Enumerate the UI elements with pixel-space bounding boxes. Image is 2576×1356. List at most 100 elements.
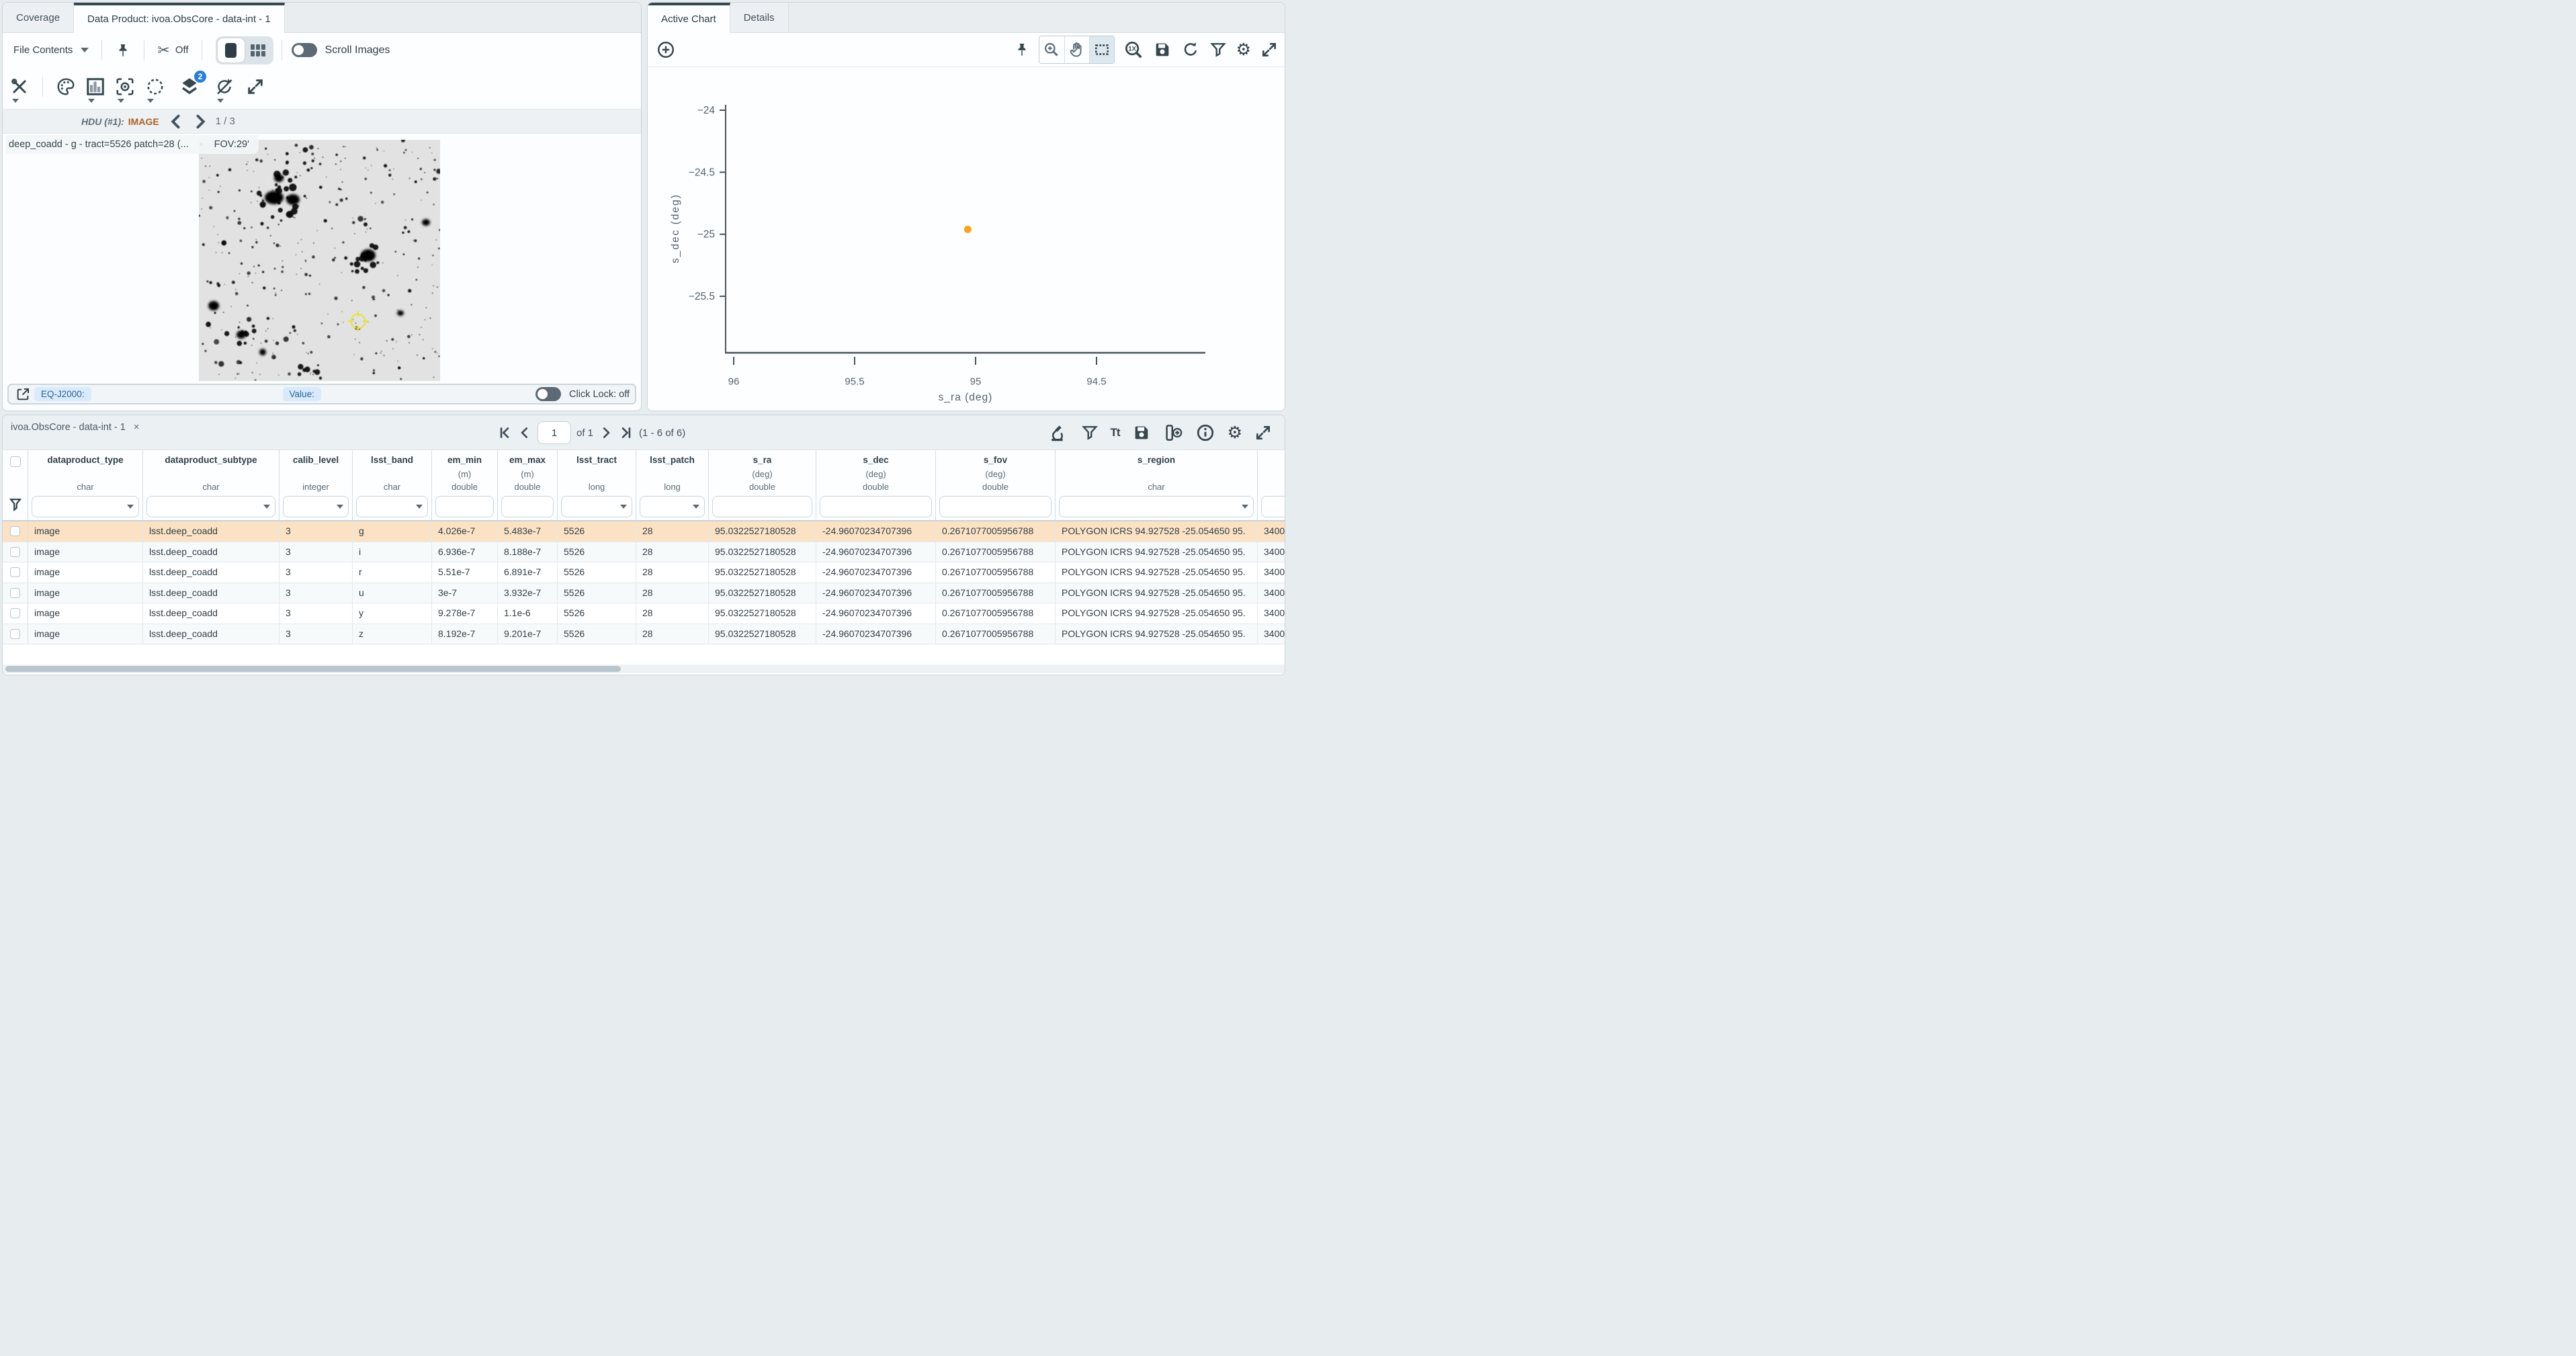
row-range-label: (1 - 6 of 6) (639, 427, 685, 439)
next-page-button[interactable] (599, 425, 613, 440)
column-header-lsst_patch[interactable]: lsst_patchlong (636, 450, 709, 520)
filter-table-button[interactable] (1081, 424, 1099, 441)
divider (42, 77, 43, 97)
rotate-lock-button[interactable] (214, 77, 234, 97)
tab-coverage[interactable]: Coverage (3, 3, 74, 32)
tab-data-product-label: Data Product: ivoa.ObsCore - data-int - … (87, 13, 271, 25)
column-filter-input[interactable] (32, 496, 139, 517)
row-checkbox[interactable] (10, 588, 20, 598)
table-row[interactable]: imagelsst.deep_coadd3r5.51e-76.891e-7552… (3, 562, 1285, 583)
first-page-button[interactable] (497, 425, 512, 440)
column-filter-input[interactable] (1261, 496, 1285, 517)
column-header-calib_level[interactable]: calib_levelinteger (280, 450, 353, 520)
save-chart-button[interactable] (1153, 40, 1172, 59)
recenter-button[interactable] (115, 77, 135, 97)
column-header-lsst_band[interactable]: lsst_bandchar (353, 450, 432, 520)
stretch-histogram-button[interactable] (85, 77, 105, 97)
tab-details[interactable]: Details (730, 3, 789, 32)
column-filter-input[interactable] (146, 496, 275, 517)
fits-image[interactable] (199, 140, 440, 381)
table-row[interactable]: imagelsst.deep_coadd3i6.936e-78.188e-755… (3, 542, 1285, 563)
scrollbar-thumb[interactable] (5, 666, 621, 672)
column-filter-input[interactable] (712, 496, 812, 517)
layers-button[interactable]: 2 (179, 76, 200, 97)
table-settings-button[interactable]: ⚙ (1228, 425, 1242, 441)
table-row[interactable]: imagelsst.deep_coadd3y9.278e-71.1e-65526… (3, 603, 1285, 624)
table-row[interactable]: imagelsst.deep_coadd3u3e-73.932e-7552628… (3, 583, 1285, 604)
column-filter-input[interactable] (283, 496, 349, 517)
table-title-text: ivoa.ObsCore - data-int - 1 (11, 422, 126, 433)
last-page-button[interactable] (619, 425, 634, 440)
expand-readout-button[interactable] (15, 387, 30, 402)
add-column-button[interactable] (1163, 423, 1183, 443)
column-header-dataproduct_subtype[interactable]: dataproduct_subtypechar (143, 450, 280, 520)
pin-button[interactable] (115, 42, 131, 59)
file-contents-dropdown[interactable]: File Contents (13, 44, 89, 56)
select-all-checkbox[interactable] (10, 456, 21, 467)
cutout-button[interactable]: ✂ Off (157, 42, 188, 59)
expand-chart-button[interactable] (1260, 41, 1278, 58)
table-info-button[interactable] (1195, 423, 1215, 443)
color-palette-button[interactable] (56, 77, 76, 97)
column-type: integer (302, 482, 329, 495)
column-name: lsst_patch (650, 455, 695, 469)
column-filter-input[interactable] (820, 496, 932, 517)
selection-button[interactable] (144, 77, 166, 97)
add-chart-button[interactable] (656, 40, 676, 60)
column-filter-input[interactable] (501, 496, 554, 517)
row-checkbox[interactable] (10, 567, 20, 577)
filter-icon[interactable] (8, 497, 23, 512)
scatter-chart[interactable]: 9695.59594.5−24−24.5−25−25.5s_ra (deg)s_… (648, 67, 1285, 411)
column-header-lsst_tract[interactable]: lsst_tractlong (558, 450, 636, 520)
pin-chart-button[interactable] (1014, 41, 1030, 58)
row-checkbox[interactable] (10, 526, 20, 536)
table-row[interactable]: imagelsst.deep_coadd3g4.026e-75.483e-755… (3, 521, 1285, 542)
column-header-em_min[interactable]: em_min(m)double (432, 450, 498, 520)
text-view-button[interactable]: Tt (1111, 426, 1120, 439)
pan-mode-button[interactable] (1064, 36, 1089, 63)
chart-settings-button[interactable]: ⚙ (1236, 42, 1251, 58)
prev-page-button[interactable] (517, 425, 532, 440)
column-header-s_ra[interactable]: s_ra(deg)double (709, 450, 816, 520)
expand-viewer-button[interactable] (246, 77, 265, 96)
filter-chart-button[interactable] (1209, 41, 1227, 58)
column-name: s_ra (753, 455, 772, 469)
datalink-button[interactable] (1049, 423, 1069, 443)
click-lock-toggle[interactable] (535, 387, 561, 401)
grid-view-button[interactable] (245, 38, 271, 62)
column-filter-input[interactable] (640, 496, 705, 517)
select-mode-button[interactable] (1089, 36, 1114, 63)
close-table-button[interactable]: × (134, 422, 139, 433)
scroll-images-toggle[interactable] (292, 43, 317, 57)
row-checkbox[interactable] (10, 629, 20, 639)
image-tools-button[interactable] (9, 77, 30, 97)
table-cell: 3400 (1258, 624, 1285, 644)
column-filter-input[interactable] (561, 496, 632, 517)
column-filter-input[interactable] (435, 496, 494, 517)
column-header-em_max[interactable]: em_max(m)double (498, 450, 558, 520)
single-view-button[interactable] (218, 38, 245, 62)
tab-data-product[interactable]: Data Product: ivoa.ObsCore - data-int - … (74, 3, 285, 33)
hdu-next-button[interactable] (193, 114, 208, 130)
expand-table-button[interactable] (1254, 424, 1272, 441)
column-header-s_dec[interactable]: s_dec(deg)double (816, 450, 936, 520)
table-cell: 3400 (1258, 542, 1285, 562)
save-table-button[interactable] (1132, 423, 1151, 442)
table-row[interactable]: imagelsst.deep_coadd3z8.192e-79.201e-755… (3, 624, 1285, 645)
hdu-prev-button[interactable] (169, 114, 183, 130)
table-cell: y (353, 603, 432, 624)
restore-chart-button[interactable] (1181, 40, 1200, 59)
column-header-s_fov[interactable]: s_fov(deg)double (936, 450, 1056, 520)
column-filter-input[interactable] (356, 496, 428, 517)
column-header-s_region[interactable]: s_regionchar (1056, 450, 1258, 520)
tab-active-chart[interactable]: Active Chart (648, 3, 730, 33)
column-filter-input[interactable] (939, 496, 1051, 517)
zoom-mode-button[interactable] (1039, 36, 1064, 63)
column-header-partial[interactable] (1258, 450, 1285, 520)
zoom-original-button[interactable]: 1X (1123, 40, 1144, 60)
row-checkbox[interactable] (10, 608, 20, 618)
page-number-input[interactable] (538, 421, 571, 444)
row-checkbox[interactable] (10, 547, 20, 557)
column-filter-input[interactable] (1059, 496, 1254, 517)
column-header-dataproduct_type[interactable]: dataproduct_typechar (28, 450, 143, 520)
